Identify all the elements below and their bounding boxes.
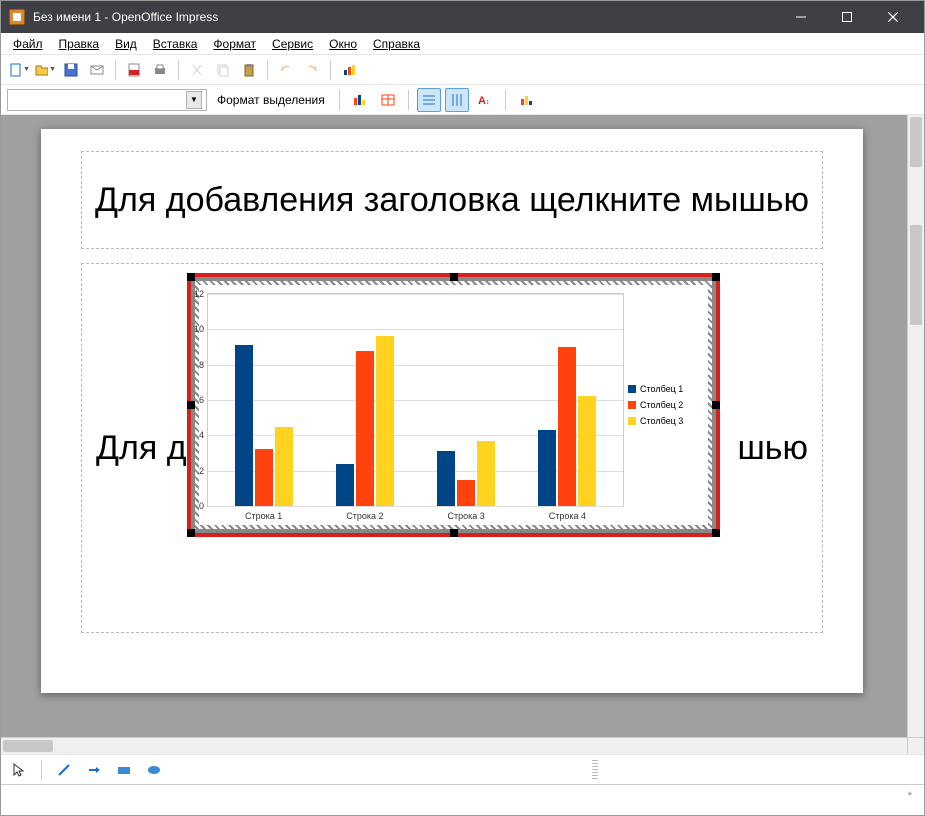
app-icon bbox=[9, 9, 25, 25]
menu-tools[interactable]: Сервис bbox=[266, 35, 319, 53]
pointer-tool[interactable] bbox=[7, 758, 31, 782]
chart-body[interactable]: 024681012 Строка 1Строка 2Строка 3Строка… bbox=[199, 285, 708, 525]
copy-button[interactable] bbox=[211, 58, 235, 82]
canvas-area[interactable]: Для добавления заголовка щелкните мышью … bbox=[1, 115, 907, 737]
chart-bar[interactable] bbox=[578, 396, 596, 506]
resize-handle-r[interactable] bbox=[712, 401, 720, 409]
chart-bar[interactable] bbox=[275, 427, 293, 507]
menubar: Файл Правка Вид Вставка Формат Сервис Ок… bbox=[1, 33, 924, 55]
vertical-scrollbar[interactable] bbox=[907, 115, 924, 737]
svg-text:↕: ↕ bbox=[486, 99, 490, 106]
mail-button[interactable] bbox=[85, 58, 109, 82]
chart-button[interactable] bbox=[337, 58, 361, 82]
status-marker: * bbox=[908, 790, 912, 802]
chart-plot-area[interactable]: 024681012 bbox=[207, 293, 624, 507]
svg-text:A: A bbox=[478, 95, 486, 107]
horizontal-scrollbar[interactable] bbox=[1, 738, 907, 754]
print-button[interactable] bbox=[148, 58, 172, 82]
paste-button[interactable] bbox=[237, 58, 261, 82]
cut-button[interactable] bbox=[185, 58, 209, 82]
save-button[interactable] bbox=[59, 58, 83, 82]
legend-item[interactable]: Столбец 2 bbox=[628, 400, 702, 410]
menu-file[interactable]: Файл bbox=[7, 35, 49, 53]
title-placeholder[interactable]: Для добавления заголовка щелкните мышью bbox=[81, 151, 823, 249]
chart-legend[interactable]: Столбец 1 Столбец 2 Столбец 3 bbox=[628, 285, 708, 525]
title-placeholder-text: Для добавления заголовка щелкните мышью bbox=[95, 180, 809, 221]
menu-insert[interactable]: Вставка bbox=[147, 35, 204, 53]
chart-layout-button[interactable] bbox=[514, 88, 538, 112]
grid-h-button[interactable] bbox=[417, 88, 441, 112]
chart-x-tick: Строка 1 bbox=[213, 511, 314, 521]
legend-item[interactable]: Столбец 1 bbox=[628, 384, 702, 394]
menu-view[interactable]: Вид bbox=[109, 35, 143, 53]
scroll-thumb[interactable] bbox=[3, 740, 53, 752]
open-button[interactable]: ▼ bbox=[33, 58, 57, 82]
scroll-thumb[interactable] bbox=[910, 117, 922, 167]
titlebar: Без имени 1 - OpenOffice Impress bbox=[1, 1, 924, 33]
resize-handle-l[interactable] bbox=[187, 401, 195, 409]
redo-button[interactable] bbox=[300, 58, 324, 82]
chart-bar[interactable] bbox=[336, 464, 354, 506]
menu-help[interactable]: Справка bbox=[367, 35, 426, 53]
undo-button[interactable] bbox=[274, 58, 298, 82]
workspace: Для добавления заголовка щелкните мышью … bbox=[1, 115, 924, 737]
menu-window[interactable]: Окно bbox=[323, 35, 363, 53]
close-button[interactable] bbox=[870, 1, 916, 33]
chart-bar[interactable] bbox=[255, 449, 273, 506]
ellipse-tool[interactable] bbox=[142, 758, 166, 782]
minimize-button[interactable] bbox=[778, 1, 824, 33]
content-text-left: Для д bbox=[96, 429, 187, 468]
toolbar-grip[interactable] bbox=[592, 760, 598, 780]
pdf-button[interactable] bbox=[122, 58, 146, 82]
grid-v-button[interactable] bbox=[445, 88, 469, 112]
chart-bar[interactable] bbox=[477, 441, 495, 506]
chart-bar[interactable] bbox=[356, 351, 374, 506]
window-title: Без имени 1 - OpenOffice Impress bbox=[33, 10, 778, 24]
line-tool[interactable] bbox=[52, 758, 76, 782]
slide[interactable]: Для добавления заголовка щелкните мышью … bbox=[41, 129, 863, 693]
chart-bar[interactable] bbox=[538, 430, 556, 506]
maximize-button[interactable] bbox=[824, 1, 870, 33]
style-combo[interactable]: ▼ bbox=[7, 89, 207, 111]
menu-edit[interactable]: Правка bbox=[53, 35, 106, 53]
scroll-thumb[interactable] bbox=[910, 225, 922, 325]
content-text-right: шью bbox=[738, 429, 809, 468]
format-toolbar: ▼ Формат выделения A↕ bbox=[1, 85, 924, 115]
text-scale-button[interactable]: A↕ bbox=[473, 88, 497, 112]
resize-handle-br[interactable] bbox=[712, 529, 720, 537]
resize-handle-bl[interactable] bbox=[187, 529, 195, 537]
resize-handle-tr[interactable] bbox=[712, 273, 720, 281]
chart-bar[interactable] bbox=[558, 347, 576, 506]
chart-x-labels: Строка 1Строка 2Строка 3Строка 4 bbox=[207, 507, 624, 521]
chart-x-tick: Строка 4 bbox=[517, 511, 618, 521]
format-selection-label[interactable]: Формат выделения bbox=[211, 93, 331, 107]
menu-format[interactable]: Формат bbox=[207, 35, 262, 53]
legend-item[interactable]: Столбец 3 bbox=[628, 416, 702, 426]
new-button[interactable]: ▼ bbox=[7, 58, 31, 82]
chart-bar[interactable] bbox=[457, 480, 475, 507]
resize-handle-tl[interactable] bbox=[187, 273, 195, 281]
statusbar: * bbox=[1, 784, 924, 806]
scroll-corner bbox=[907, 738, 924, 754]
resize-handle-b[interactable] bbox=[450, 529, 458, 537]
arrow-tool[interactable] bbox=[82, 758, 106, 782]
chart-bar[interactable] bbox=[437, 451, 455, 506]
chart-data-button[interactable] bbox=[348, 88, 372, 112]
chart-x-tick: Строка 2 bbox=[314, 511, 415, 521]
chart-object[interactable]: 024681012 Строка 1Строка 2Строка 3Строка… bbox=[191, 277, 716, 533]
resize-handle-t[interactable] bbox=[450, 273, 458, 281]
main-toolbar: ▼ ▼ bbox=[1, 55, 924, 85]
chart-bar[interactable] bbox=[235, 345, 253, 506]
chart-bar[interactable] bbox=[376, 336, 394, 506]
hscroll-row bbox=[1, 737, 924, 754]
data-table-button[interactable] bbox=[376, 88, 400, 112]
rectangle-tool[interactable] bbox=[112, 758, 136, 782]
drawing-toolbar bbox=[1, 754, 924, 784]
chart-x-tick: Строка 3 bbox=[416, 511, 517, 521]
